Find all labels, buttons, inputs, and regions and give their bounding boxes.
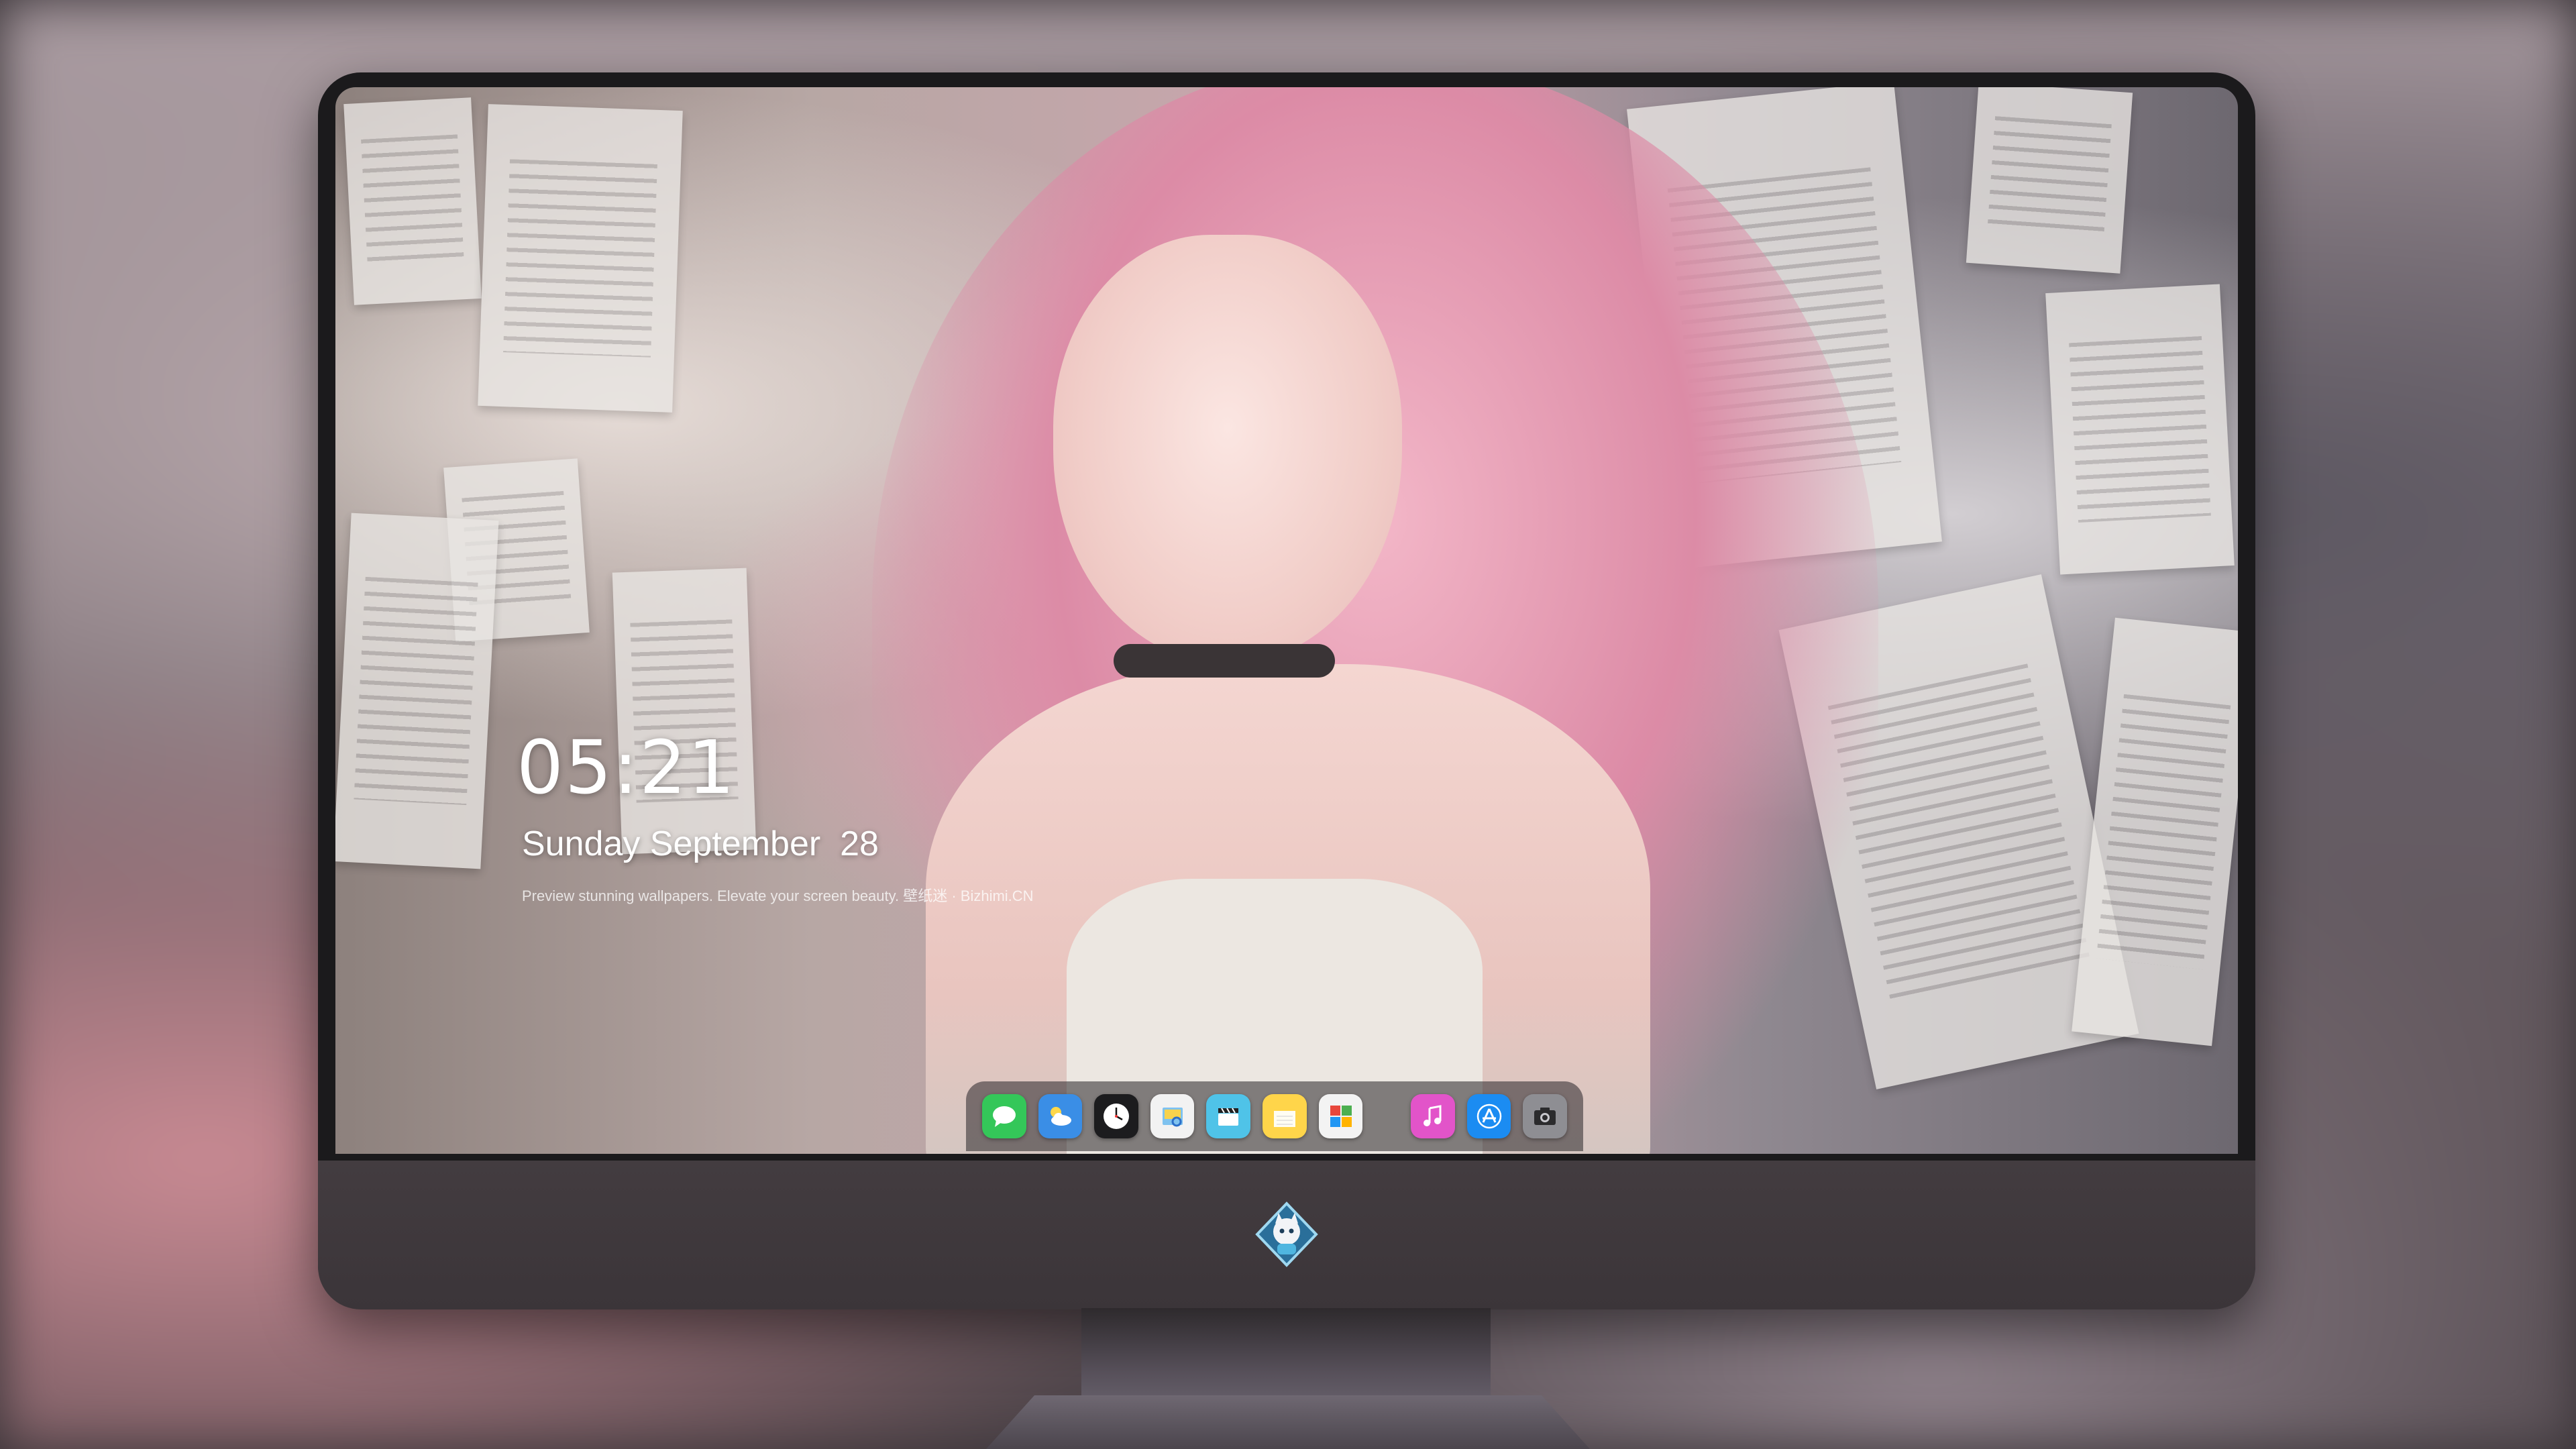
dock-app-preview[interactable] xyxy=(1150,1094,1195,1138)
wall-paper xyxy=(335,513,499,869)
dock-app-notes[interactable] xyxy=(1263,1094,1307,1138)
clapperboard-icon xyxy=(1218,1108,1239,1126)
messages-icon xyxy=(992,1106,1016,1127)
dock-app-app-store[interactable] xyxy=(1466,1094,1511,1138)
dock xyxy=(966,1081,1583,1151)
lockscreen-time: 05:21 xyxy=(517,724,737,810)
weather-icon xyxy=(1051,1107,1072,1126)
character-choker xyxy=(1114,644,1335,678)
wall-paper xyxy=(1966,87,2133,274)
photo-grid-icon xyxy=(1330,1106,1352,1127)
wall-paper xyxy=(478,104,683,413)
screen-wallpaper xyxy=(335,87,2238,1154)
wall-paper xyxy=(2045,284,2235,575)
clock-icon xyxy=(1104,1104,1130,1129)
preview-icon xyxy=(1162,1108,1183,1127)
dock-app-weather[interactable] xyxy=(1038,1094,1083,1138)
cat-mascot-logo-icon xyxy=(1253,1201,1320,1268)
notes-icon xyxy=(1273,1111,1295,1127)
wall-paper xyxy=(343,97,482,305)
music-note-icon xyxy=(1423,1105,1442,1126)
dock-app-itunes[interactable] xyxy=(1411,1094,1455,1138)
dock-app-clips[interactable] xyxy=(1206,1094,1251,1138)
wall-paper xyxy=(2072,617,2238,1046)
dock-app-photo-booth[interactable] xyxy=(1318,1094,1363,1138)
dock-app-messages[interactable] xyxy=(981,1094,1026,1138)
camera-icon xyxy=(1534,1108,1556,1125)
app-store-icon xyxy=(1477,1104,1501,1129)
lockscreen-tagline: Preview stunning wallpapers. Elevate you… xyxy=(522,888,1034,904)
dock-app-camera[interactable] xyxy=(1523,1094,1568,1138)
monitor-stand-base xyxy=(986,1395,1590,1449)
lockscreen-date: Sunday September 28 xyxy=(522,824,879,863)
character-face xyxy=(1053,235,1402,664)
dock-app-clock[interactable] xyxy=(1094,1094,1138,1138)
wall-paper xyxy=(612,568,757,855)
